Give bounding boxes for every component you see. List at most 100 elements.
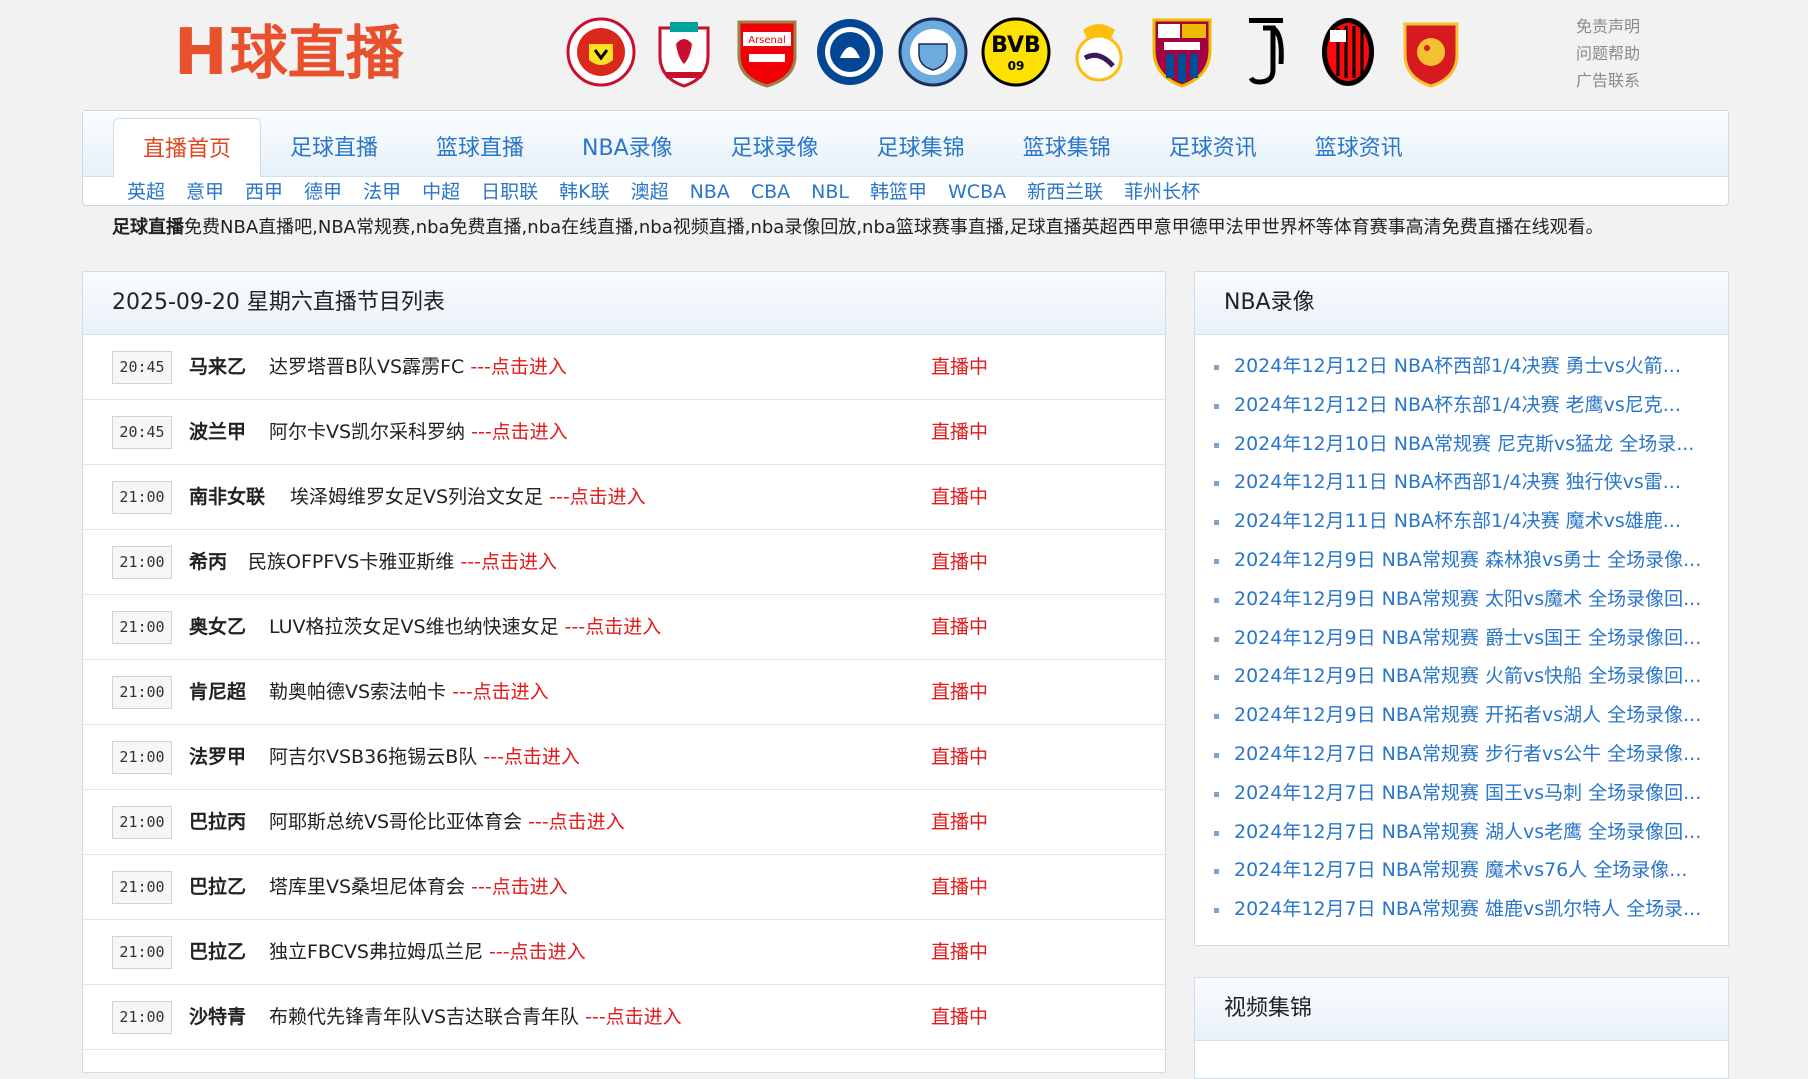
schedule-row: 21:00 巴拉乙 独立FBCVS弗拉姆瓜兰尼 ---点击进入 直播中 — [83, 920, 1165, 985]
league-link[interactable]: 澳超 — [631, 179, 669, 205]
liverpool-badge-icon[interactable] — [645, 12, 722, 92]
tab-home[interactable]: 直播首页 — [113, 118, 262, 177]
match-time: 21:00 — [112, 806, 172, 839]
league-link[interactable]: 菲州长杯 — [1124, 179, 1200, 205]
juventus-badge-icon[interactable] — [1226, 12, 1303, 92]
nba-replay-link[interactable]: 2024年12月12日 NBA杯东部1/4决赛 老鹰vs尼克... — [1234, 394, 1681, 416]
match-link[interactable]: LUV格拉茨女足VS维也纳快速女足 ---点击进入 — [269, 595, 661, 659]
svg-text:BVB: BVB — [991, 33, 1041, 58]
guangzhou-badge-icon[interactable] — [1392, 12, 1469, 92]
league-link[interactable]: CBA — [751, 179, 790, 205]
nba-replay-link[interactable]: 2024年12月7日 NBA常规赛 国王vs马刺 全场录像回... — [1234, 782, 1701, 804]
dortmund-badge-icon[interactable]: BVB 09 — [977, 12, 1054, 92]
nba-replay-link[interactable]: 2024年12月11日 NBA杯东部1/4决赛 魔术vs雄鹿... — [1234, 510, 1681, 532]
live-status: 直播中 — [931, 746, 989, 768]
match-link[interactable]: 塔库里VS桑坦尼体育会 ---点击进入 — [269, 855, 568, 919]
enter-link[interactable]: ---点击进入 — [549, 486, 646, 508]
nba-replay-link[interactable]: 2024年12月9日 NBA常规赛 火箭vs快船 全场录像回... — [1234, 665, 1701, 687]
real-madrid-badge-icon[interactable] — [1060, 12, 1137, 92]
league-link[interactable]: WCBA — [948, 179, 1006, 205]
site-logo[interactable]: H 球直播 — [174, 18, 404, 88]
live-status: 直播中 — [931, 356, 989, 378]
enter-link[interactable]: ---点击进入 — [471, 876, 568, 898]
league-link[interactable]: 中超 — [422, 179, 460, 205]
nba-replay-link[interactable]: 2024年12月9日 NBA常规赛 爵士vs国王 全场录像回... — [1234, 627, 1701, 649]
schedule-row: 21:00 南非女联 埃泽姆维罗女足VS列治文女足 ---点击进入 直播中 — [83, 465, 1165, 530]
svg-text:Arsenal: Arsenal — [748, 35, 786, 46]
match-league: 奥女乙 — [189, 616, 247, 638]
nba-replay-link[interactable]: 2024年12月9日 NBA常规赛 森林狼vs勇士 全场录像... — [1234, 549, 1701, 571]
list-item: 2024年12月9日 NBA常规赛 火箭vs快船 全场录像回... — [1195, 657, 1728, 696]
league-link[interactable]: 新西兰联 — [1027, 179, 1103, 205]
league-link[interactable]: 西甲 — [245, 179, 283, 205]
match-link[interactable]: 阿尔卡VS凯尔采科罗纳 ---点击进入 — [269, 400, 568, 464]
match-time: 21:00 — [112, 741, 172, 774]
live-status: 直播中 — [931, 551, 989, 573]
tab-basketball-highlights[interactable]: 篮球集锦 — [994, 118, 1140, 176]
enter-link[interactable]: ---点击进入 — [460, 551, 557, 573]
league-link[interactable]: NBL — [811, 179, 849, 205]
chelsea-badge-icon[interactable] — [811, 12, 888, 92]
league-link[interactable]: 韩K联 — [559, 179, 609, 205]
list-item: 2024年12月9日 NBA常规赛 开拓者vs湖人 全场录像... — [1195, 696, 1728, 735]
enter-link[interactable]: ---点击进入 — [471, 421, 568, 443]
nba-replay-link[interactable]: 2024年12月7日 NBA常规赛 雄鹿vs凯尔特人 全场录... — [1234, 898, 1701, 920]
enter-link[interactable]: ---点击进入 — [528, 811, 625, 833]
enter-link[interactable]: ---点击进入 — [470, 356, 567, 378]
nba-replay-link[interactable]: 2024年12月9日 NBA常规赛 太阳vs魔术 全场录像回... — [1234, 588, 1701, 610]
match-league: 肯尼超 — [189, 681, 247, 703]
league-link[interactable]: NBA — [690, 179, 730, 205]
enter-link[interactable]: ---点击进入 — [483, 746, 580, 768]
list-item: 2024年12月7日 NBA常规赛 国王vs马刺 全场录像回... — [1195, 774, 1728, 813]
enter-link[interactable]: ---点击进入 — [489, 941, 586, 963]
match-link[interactable]: 独立FBCVS弗拉姆瓜兰尼 ---点击进入 — [269, 920, 586, 984]
enter-link[interactable]: ---点击进入 — [452, 681, 549, 703]
match-link[interactable]: 布赖代先锋青年队VS吉达联合青年队 ---点击进入 — [269, 985, 682, 1049]
schedule-row: 21:00 沙特青 布赖代先锋青年队VS吉达联合青年队 ---点击进入 直播中 — [83, 985, 1165, 1050]
league-link[interactable]: 法甲 — [363, 179, 401, 205]
nba-replay-link[interactable]: 2024年12月7日 NBA常规赛 魔术vs76人 全场录像... — [1234, 859, 1687, 881]
tab-basketball-news[interactable]: 篮球资讯 — [1286, 118, 1432, 176]
nba-replay-link[interactable]: 2024年12月9日 NBA常规赛 开拓者vs湖人 全场录像... — [1234, 704, 1701, 726]
tab-football-news[interactable]: 足球资讯 — [1140, 118, 1286, 176]
arsenal-badge-icon[interactable]: Arsenal — [728, 12, 805, 92]
intro-text: 免费NBA直播吧,NBA常规赛,nba免费直播,nba在线直播,nba视频直播,… — [184, 217, 1604, 238]
manchester-city-badge-icon[interactable] — [894, 12, 971, 92]
league-link[interactable]: 韩篮甲 — [870, 179, 927, 205]
list-item: 2024年12月7日 NBA常规赛 雄鹿vs凯尔特人 全场录... — [1195, 890, 1728, 929]
league-link[interactable]: 英超 — [127, 179, 165, 205]
nba-replay-link[interactable]: 2024年12月11日 NBA杯西部1/4决赛 独行侠vs雷... — [1234, 471, 1681, 493]
nba-replay-link[interactable]: 2024年12月10日 NBA常规赛 尼克斯vs猛龙 全场录... — [1234, 433, 1694, 455]
match-link[interactable]: 埃泽姆维罗女足VS列治文女足 ---点击进入 — [290, 465, 646, 529]
match-teams: 塔库里VS桑坦尼体育会 — [269, 876, 466, 898]
disclaimer-link[interactable]: 免责声明 — [1576, 16, 1640, 37]
tab-nba-replay[interactable]: NBA录像 — [553, 118, 702, 176]
match-link[interactable]: 阿吉尔VSB36拖锡云B队 ---点击进入 — [269, 725, 580, 789]
nba-replay-link[interactable]: 2024年12月12日 NBA杯西部1/4决赛 勇士vs火箭... — [1234, 355, 1681, 377]
barcelona-badge-icon[interactable] — [1143, 12, 1220, 92]
league-link[interactable]: 意甲 — [186, 179, 224, 205]
help-link[interactable]: 问题帮助 — [1576, 43, 1640, 64]
nba-replay-link[interactable]: 2024年12月7日 NBA常规赛 湖人vs老鹰 全场录像回... — [1234, 821, 1701, 843]
match-link[interactable]: 达罗塔晋B队VS霹雳FC ---点击进入 — [269, 335, 567, 399]
match-link[interactable]: 阿耶斯总统VS哥伦比亚体育会 ---点击进入 — [269, 790, 625, 854]
tab-football-live[interactable]: 足球直播 — [261, 118, 407, 176]
enter-link[interactable]: ---点击进入 — [585, 1006, 682, 1028]
league-link[interactable]: 日职联 — [481, 179, 538, 205]
top-links: 免责声明 问题帮助 广告联系 — [1576, 16, 1640, 91]
league-link[interactable]: 德甲 — [304, 179, 342, 205]
ad-contact-link[interactable]: 广告联系 — [1576, 70, 1640, 91]
tab-football-highlights[interactable]: 足球集锦 — [848, 118, 994, 176]
match-time: 20:45 — [112, 416, 172, 449]
nav-main-bar: 直播首页 足球直播 篮球直播 NBA录像 足球录像 足球集锦 篮球集锦 足球资讯… — [83, 111, 1728, 177]
match-link[interactable]: 民族OFPFVS卡雅亚斯维 ---点击进入 — [248, 530, 557, 594]
tab-football-replay[interactable]: 足球录像 — [702, 118, 848, 176]
ac-milan-badge-icon[interactable] — [1309, 12, 1386, 92]
match-teams: 阿尔卡VS凯尔采科罗纳 — [269, 421, 466, 443]
list-item: 2024年12月11日 NBA杯西部1/4决赛 独行侠vs雷... — [1195, 463, 1728, 502]
tab-basketball-live[interactable]: 篮球直播 — [407, 118, 553, 176]
enter-link[interactable]: ---点击进入 — [565, 616, 662, 638]
match-link[interactable]: 勒奥帕德VS索法帕卡 ---点击进入 — [269, 660, 549, 724]
manchester-united-badge-icon[interactable] — [562, 12, 639, 92]
nba-replay-link[interactable]: 2024年12月7日 NBA常规赛 步行者vs公牛 全场录像... — [1234, 743, 1701, 765]
